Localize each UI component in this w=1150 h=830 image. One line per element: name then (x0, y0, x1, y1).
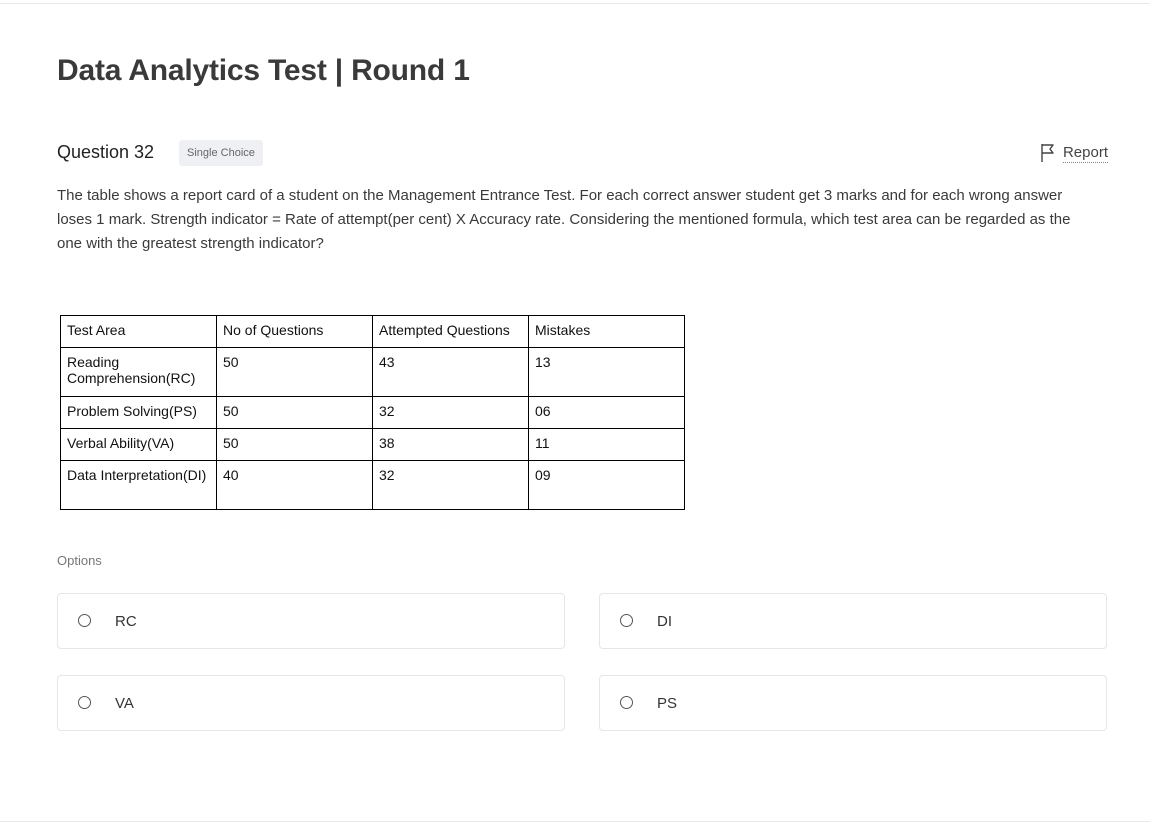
radio-button[interactable] (78, 614, 91, 627)
page-title: Data Analytics Test | Round 1 (57, 54, 470, 87)
question-type-badge: Single Choice (179, 140, 263, 166)
radio-button[interactable] (620, 696, 633, 709)
report-button[interactable]: Report (1040, 142, 1108, 164)
table-cell: 09 (528, 460, 685, 510)
table-cell: 43 (372, 347, 529, 397)
table-row: Problem Solving(PS) 50 32 06 (60, 396, 685, 429)
table-cell: 13 (528, 347, 685, 397)
top-divider (0, 3, 1150, 4)
flag-icon (1040, 143, 1056, 163)
option-di[interactable]: DI (599, 593, 1107, 649)
question-header: Question 32 Single Choice Report (57, 140, 1108, 166)
option-label: RC (115, 613, 137, 630)
table-cell: 50 (216, 396, 373, 429)
table-cell: 32 (372, 396, 529, 429)
table-cell: 38 (372, 428, 529, 461)
option-ps[interactable]: PS (599, 675, 1107, 731)
table-row: Reading Comprehension(RC) 50 43 13 (60, 347, 685, 397)
table-cell: 50 (216, 428, 373, 461)
question-text: The table shows a report card of a stude… (57, 187, 1071, 252)
table-cell: 50 (216, 347, 373, 397)
table-header-row: Test Area No of Questions Attempted Ques… (60, 315, 685, 348)
radio-button[interactable] (78, 696, 91, 709)
table-header-cell: Test Area (60, 315, 217, 348)
option-label: DI (657, 613, 672, 630)
table-cell: Reading Comprehension(RC) (60, 347, 217, 397)
option-label: PS (657, 695, 678, 712)
question-number: Question 32 (57, 142, 155, 162)
table-cell: Verbal Ability(VA) (60, 428, 217, 461)
table-cell: 32 (372, 460, 529, 510)
bottom-divider (0, 821, 1150, 822)
table-cell: Data Interpretation(DI) (60, 460, 217, 510)
option-va[interactable]: VA (57, 675, 565, 731)
table-row: Verbal Ability(VA) 50 38 11 (60, 428, 685, 461)
table-header-cell: Mistakes (528, 315, 685, 348)
options-label: Options (57, 553, 102, 568)
table-header-cell: No of Questions (216, 315, 373, 348)
option-rc[interactable]: RC (57, 593, 565, 649)
radio-button[interactable] (620, 614, 633, 627)
report-card-table: Test Area No of Questions Attempted Ques… (60, 315, 685, 510)
table-cell: 11 (528, 428, 685, 461)
option-label: VA (115, 695, 134, 712)
table-row: Data Interpretation(DI) 40 32 09 (60, 460, 685, 510)
table-cell: 40 (216, 460, 373, 510)
table-header-cell: Attempted Questions (372, 315, 529, 348)
table-cell: Problem Solving(PS) (60, 396, 217, 429)
table-cell: 06 (528, 396, 685, 429)
report-label: Report (1062, 143, 1108, 163)
